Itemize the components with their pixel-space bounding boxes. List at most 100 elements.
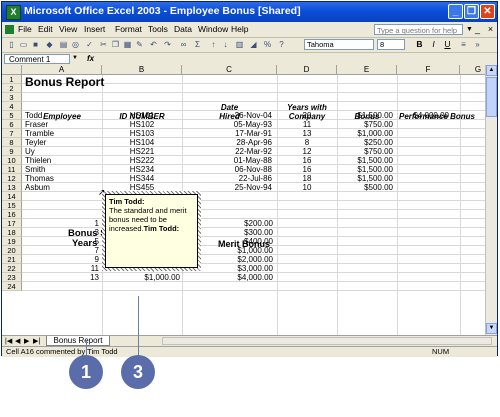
id-number-cell[interactable]: HS104 bbox=[102, 138, 182, 147]
next-sheet-icon[interactable]: ▶ bbox=[24, 337, 29, 345]
date-hired-cell[interactable]: 22-Jul-86 bbox=[182, 174, 272, 183]
column-header-b[interactable]: B bbox=[102, 65, 182, 75]
date-hired-cell[interactable]: 28-Apr-96 bbox=[182, 138, 272, 147]
schedule-years-cell[interactable]: 13 bbox=[22, 273, 99, 282]
employee-name-cell[interactable]: Fraser bbox=[25, 120, 48, 129]
paste-icon[interactable]: ▦ bbox=[122, 39, 133, 50]
employee-name-cell[interactable]: Thomas bbox=[25, 174, 54, 183]
schedule-years-cell[interactable]: 11 bbox=[22, 264, 99, 273]
years-cell[interactable]: 10 bbox=[277, 183, 337, 192]
row-header[interactable]: 8 bbox=[2, 138, 22, 147]
row-header[interactable]: 19 bbox=[2, 237, 22, 246]
row-header[interactable]: 11 bbox=[2, 165, 22, 174]
comment-box[interactable]: Tim Todd: The standard and merit bonus n… bbox=[105, 194, 198, 268]
row-header[interactable]: 5 bbox=[2, 111, 22, 120]
new-icon[interactable]: ▯ bbox=[6, 39, 17, 50]
menu-edit[interactable]: Edit bbox=[38, 24, 53, 34]
scroll-thumb[interactable] bbox=[486, 77, 497, 117]
row-header[interactable]: 17 bbox=[2, 219, 22, 228]
row-header[interactable]: 20 bbox=[2, 246, 22, 255]
cut-icon[interactable]: ✂ bbox=[98, 39, 109, 50]
years-cell[interactable]: 12 bbox=[277, 147, 337, 156]
bonus-cell[interactable]: $750.00 bbox=[337, 120, 393, 129]
column-header-c[interactable]: C bbox=[182, 65, 277, 75]
redo-icon[interactable]: ↷ bbox=[162, 39, 173, 50]
row-header[interactable]: 18 bbox=[2, 228, 22, 237]
schedule-years-cell[interactable]: 9 bbox=[22, 255, 99, 264]
doc-minimize-icon[interactable]: _ bbox=[472, 24, 483, 35]
worksheet-grid[interactable]: A B C D E F G 1 2 3 4 5 6 7 8 9 10 11 12 13 14 15 16 17 1… bbox=[2, 65, 497, 335]
date-hired-cell[interactable]: 22-Mar-92 bbox=[182, 147, 272, 156]
row-header[interactable]: 23 bbox=[2, 273, 22, 282]
date-hired-cell[interactable]: 26-Nov-04 bbox=[182, 111, 272, 120]
sheet-tab-bonus-report[interactable]: Bonus Report bbox=[46, 336, 110, 346]
autosum-icon[interactable]: Σ bbox=[192, 39, 203, 50]
row-header[interactable]: 16 bbox=[2, 210, 22, 219]
employee-name-cell[interactable]: Smith bbox=[25, 165, 45, 174]
row-header[interactable]: 14 bbox=[2, 192, 22, 201]
italic-button[interactable]: I bbox=[428, 39, 439, 50]
bonus-cell[interactable]: $250.00 bbox=[337, 138, 393, 147]
last-sheet-icon[interactable]: ▶| bbox=[33, 337, 40, 345]
copy-icon[interactable]: ❐ bbox=[110, 39, 121, 50]
select-all-corner[interactable] bbox=[2, 65, 22, 75]
performance-bonus-cell[interactable]: $4,000.00 bbox=[397, 111, 449, 120]
font-name-box[interactable]: Tahoma bbox=[304, 39, 374, 50]
menu-format[interactable]: Format bbox=[115, 24, 142, 34]
employee-name-cell[interactable]: Todd bbox=[25, 111, 42, 120]
row-header[interactable]: 2 bbox=[2, 84, 22, 93]
bonus-cell[interactable]: $1,500.00 bbox=[337, 165, 393, 174]
id-number-cell[interactable]: HS344 bbox=[102, 174, 182, 183]
print-preview-icon[interactable]: ◎ bbox=[70, 39, 81, 50]
row-header[interactable]: 21 bbox=[2, 255, 22, 264]
row-header[interactable]: 3 bbox=[2, 93, 22, 102]
undo-icon[interactable]: ↶ bbox=[148, 39, 159, 50]
employee-name-cell[interactable]: Uy bbox=[25, 147, 35, 156]
help-icon[interactable]: ? bbox=[276, 39, 287, 50]
menu-insert[interactable]: Insert bbox=[84, 24, 105, 34]
row-header[interactable]: 7 bbox=[2, 129, 22, 138]
column-header-f[interactable]: F bbox=[397, 65, 460, 75]
format-painter-icon[interactable]: ✎ bbox=[134, 39, 145, 50]
bonus-cell[interactable]: $500.00 bbox=[337, 183, 393, 192]
hyperlink-icon[interactable]: ∞ bbox=[178, 39, 189, 50]
years-cell[interactable]: 11 bbox=[277, 120, 337, 129]
years-cell[interactable]: 16 bbox=[277, 156, 337, 165]
id-number-cell[interactable]: HS234 bbox=[102, 165, 182, 174]
print-icon[interactable]: ▤ bbox=[58, 39, 69, 50]
chevron-down-icon[interactable]: ▼ bbox=[72, 55, 78, 61]
id-number-cell[interactable]: HS101 bbox=[102, 111, 182, 120]
row-header[interactable]: 22 bbox=[2, 264, 22, 273]
toolbar-options-icon[interactable]: » bbox=[472, 39, 483, 50]
restore-button[interactable]: ❐ bbox=[464, 4, 479, 19]
schedule-bonus-cell[interactable]: $1,000.00 bbox=[102, 273, 180, 282]
bonus-cell[interactable]: $1,500.00 bbox=[337, 174, 393, 183]
employee-name-cell[interactable]: Tramble bbox=[25, 129, 54, 138]
minimize-button[interactable]: _ bbox=[448, 4, 463, 19]
years-cell[interactable]: 20 bbox=[277, 111, 337, 120]
schedule-years-cell[interactable]: 3 bbox=[22, 228, 99, 237]
horizontal-scrollbar[interactable] bbox=[162, 337, 492, 345]
name-box[interactable]: Comment 1 bbox=[4, 54, 70, 64]
spelling-icon[interactable]: ✓ bbox=[84, 39, 95, 50]
bonus-cell[interactable]: $1,500.00 bbox=[337, 156, 393, 165]
row-header[interactable]: 15 bbox=[2, 201, 22, 210]
ask-question-box[interactable]: Type a question for help bbox=[374, 24, 463, 35]
function-icon[interactable]: fx bbox=[87, 54, 94, 63]
vertical-scrollbar[interactable]: ▲ ▼ bbox=[485, 65, 497, 335]
years-cell[interactable]: 18 bbox=[277, 174, 337, 183]
id-number-cell[interactable]: HS102 bbox=[102, 120, 182, 129]
doc-close-icon[interactable]: × bbox=[485, 24, 496, 35]
menu-window[interactable]: Window bbox=[198, 24, 228, 34]
underline-button[interactable]: U bbox=[442, 39, 453, 50]
employee-name-cell[interactable]: Asbum bbox=[25, 183, 50, 192]
open-icon[interactable]: ▭ bbox=[18, 39, 29, 50]
years-cell[interactable]: 8 bbox=[277, 138, 337, 147]
prev-sheet-icon[interactable]: ◀ bbox=[15, 337, 20, 345]
id-number-cell[interactable]: HS221 bbox=[102, 147, 182, 156]
sort-ascending-icon[interactable]: ↑ bbox=[208, 39, 219, 50]
close-button[interactable]: ✕ bbox=[480, 4, 495, 19]
date-hired-cell[interactable]: 17-Mar-91 bbox=[182, 129, 272, 138]
date-hired-cell[interactable]: 01-May-88 bbox=[182, 156, 272, 165]
date-hired-cell[interactable]: 06-Nov-88 bbox=[182, 165, 272, 174]
